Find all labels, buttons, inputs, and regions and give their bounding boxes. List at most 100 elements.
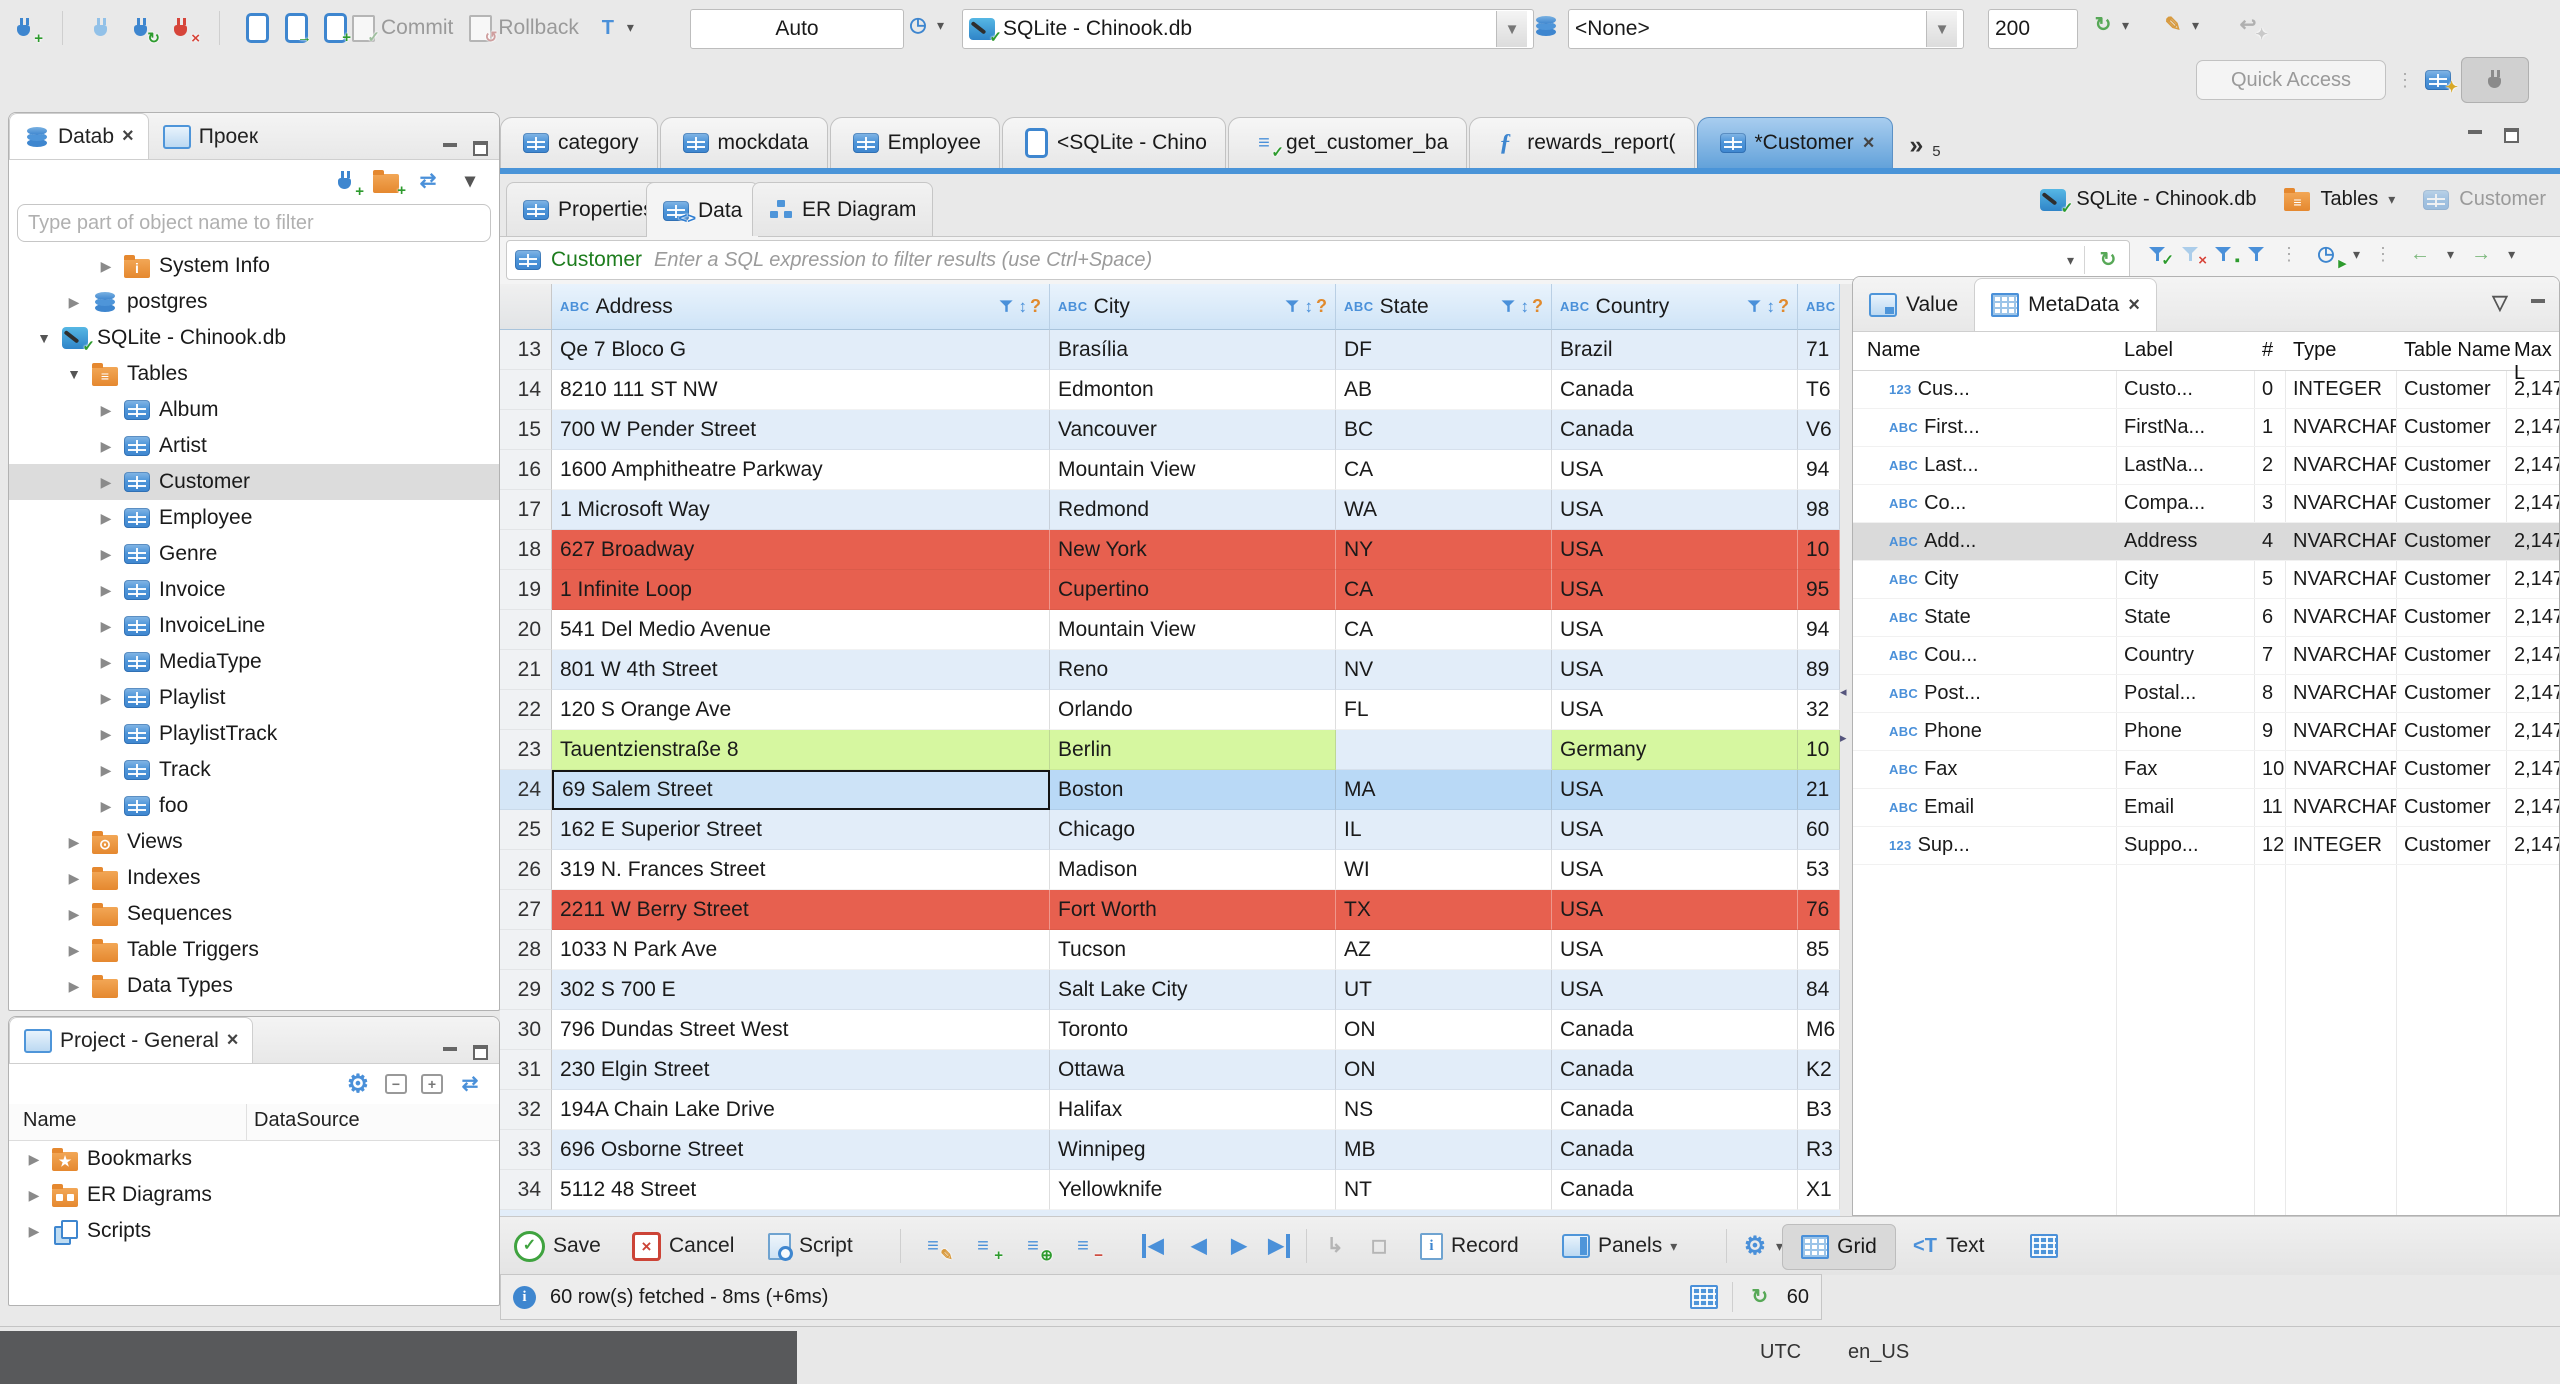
grid-row-14[interactable]: 14 8210 111 ST NW Edmonton AB Canada T6 xyxy=(500,370,1840,410)
metadata-cell[interactable]: 2,147,483 xyxy=(2506,416,2559,439)
chevron-down-icon[interactable]: ▾ xyxy=(2067,252,2074,269)
panels-button[interactable]: Panels ▾ xyxy=(1562,1217,1677,1275)
breadcrumb-tables[interactable]: Tables xyxy=(2320,188,2378,211)
tree-item-mediatype[interactable]: ▶ MediaType xyxy=(9,644,499,680)
metadata-cell[interactable]: ABC Email xyxy=(1853,796,2116,819)
grid-row-22[interactable]: 22 120 S Orange Ave Orlando FL USA 32 xyxy=(500,690,1840,730)
grid-row-32[interactable]: 32 194A Chain Lake Drive Halifax NS Canada B3 xyxy=(500,1090,1840,1130)
grid-cell[interactable]: 94 xyxy=(1798,450,1840,490)
grid-cell[interactable]: Salt Lake City xyxy=(1050,970,1336,1010)
expander-icon[interactable]: ▶ xyxy=(97,654,115,671)
metadata-cell[interactable]: 11 xyxy=(2254,796,2285,819)
link-with-editor-button[interactable]: ⇄ xyxy=(415,169,441,193)
grid-cell[interactable]: 1 Infinite Loop xyxy=(552,570,1050,610)
metadata-cell[interactable]: Phone xyxy=(2116,720,2254,743)
grid-cell[interactable]: Brasília xyxy=(1050,330,1336,370)
grid-row-20[interactable]: 20 541 Del Medio Avenue Mountain View CA USA… xyxy=(500,610,1840,650)
row-number[interactable]: 28 xyxy=(500,930,552,970)
focus-cell-button[interactable]: ◻ xyxy=(1366,1217,1392,1275)
grid-cell[interactable]: Fort Worth xyxy=(1050,890,1336,930)
expander-icon[interactable]: ▶ xyxy=(65,294,83,311)
metadata-cell[interactable]: 2,147,483 xyxy=(2506,644,2559,667)
metadata-cell[interactable]: City xyxy=(2116,568,2254,591)
tree-item-artist[interactable]: ▶ Artist xyxy=(9,428,499,464)
grid-cell[interactable]: Canada xyxy=(1552,1090,1798,1130)
metadata-cell[interactable]: NVARCHAR xyxy=(2285,606,2396,629)
metadata-cell[interactable]: NVARCHAR xyxy=(2285,644,2396,667)
row-number[interactable]: 24 xyxy=(500,770,552,810)
grid-cell[interactable]: T6 xyxy=(1798,370,1840,410)
metadata-cell[interactable]: Custo... xyxy=(2116,378,2254,401)
grid-cell[interactable]: Chicago xyxy=(1050,810,1336,850)
history-button[interactable]: ◷ ▾ xyxy=(905,13,944,37)
metadata-cell[interactable]: 2,147,483 xyxy=(2506,606,2559,629)
metadata-cell[interactable]: Country xyxy=(2116,644,2254,667)
maximize-button[interactable] xyxy=(2502,122,2520,146)
metadata-cell[interactable]: Customer xyxy=(2396,644,2506,667)
grid-row-21[interactable]: 21 801 W 4th Street Reno NV USA 89 xyxy=(500,650,1840,690)
metadata-cell[interactable]: 12 xyxy=(2254,834,2285,857)
grid-cell[interactable]: Ottawa xyxy=(1050,1050,1336,1090)
minimize-button[interactable] xyxy=(2466,122,2484,146)
grid-cell[interactable]: 2211 W Berry Street xyxy=(552,890,1050,930)
metadata-cell[interactable]: ABC Phone xyxy=(1853,720,2116,743)
grid-row-16[interactable]: 16 1600 Amphitheatre Parkway Mountain View… xyxy=(500,450,1840,490)
grid-row-28[interactable]: 28 1033 N Park Ave Tucson AZ USA 85 xyxy=(500,930,1840,970)
grid-view-button[interactable]: Grid xyxy=(1782,1224,1896,1270)
project-item-scripts[interactable]: ▶ Scripts xyxy=(9,1213,499,1249)
metadata-cell[interactable]: Customer xyxy=(2396,682,2506,705)
fetch-previous-button[interactable]: ← xyxy=(2407,242,2433,266)
row-number[interactable]: 29 xyxy=(500,970,552,1010)
grid-cell[interactable]: 71 xyxy=(1798,330,1840,370)
metadata-cell[interactable]: NVARCHAR xyxy=(2285,758,2396,781)
grid-row-33[interactable]: 33 696 Osborne Street Winnipeg MB Canada R3 xyxy=(500,1130,1840,1170)
grid-cell[interactable]: Canada xyxy=(1552,370,1798,410)
column-header-city[interactable]: ABC City ↕? xyxy=(1050,284,1336,330)
metadata-cell[interactable]: 2,147,483 xyxy=(2506,758,2559,781)
save-filter-button[interactable]: ▪ xyxy=(2214,242,2240,268)
last-row-button[interactable]: ▶ xyxy=(1266,1217,1290,1275)
grid-row-26[interactable]: 26 319 N. Frances Street Madison WI USA 53 xyxy=(500,850,1840,890)
grid-cell[interactable]: TX xyxy=(1336,890,1552,930)
metadata-cell[interactable]: Customer xyxy=(2396,378,2506,401)
metadata-cell[interactable]: Email xyxy=(2116,796,2254,819)
metadata-cell[interactable]: NVARCHAR xyxy=(2285,796,2396,819)
new-folder-button[interactable]: + xyxy=(373,169,406,198)
grid-cell[interactable]: Edmonton xyxy=(1050,370,1336,410)
metadata-cell[interactable]: 2,147,483 xyxy=(2506,378,2559,401)
filter-hint-icon[interactable]: ? xyxy=(1316,296,1327,317)
editor-tab-category[interactable]: category xyxy=(500,117,658,168)
metadata-cell[interactable]: Address xyxy=(2116,530,2254,553)
row-number[interactable]: 13 xyxy=(500,330,552,370)
metadata-row-fax[interactable]: ABCFaxFax10NVARCHARCustomer2,147,483 xyxy=(1853,751,2559,789)
grid-cell[interactable]: 53 xyxy=(1798,850,1840,890)
grid-cell[interactable]: USA xyxy=(1552,890,1798,930)
timezone-label[interactable]: UTC xyxy=(1760,1341,1801,1364)
edit-cell-button[interactable]: ≡ ✎ xyxy=(920,1217,953,1275)
editor-tab-customer[interactable]: *Customer × xyxy=(1696,117,1894,168)
filter-hint-icon[interactable]: ? xyxy=(1778,296,1789,317)
column-header-country[interactable]: ABC Country ↕? xyxy=(1552,284,1798,330)
metadata-cell[interactable]: 2 xyxy=(2254,454,2285,477)
tree-item-views[interactable]: ▶ ⊙ Views xyxy=(9,824,499,860)
grid-cell[interactable]: CA xyxy=(1336,450,1552,490)
expander-icon[interactable]: ▶ xyxy=(25,1151,43,1168)
grid-cell[interactable]: 541 Del Medio Avenue xyxy=(552,610,1050,650)
grid-cell[interactable]: Reno xyxy=(1050,650,1336,690)
dbeaver-perspective-button[interactable] xyxy=(2461,57,2529,103)
grid-cell[interactable]: WI xyxy=(1336,850,1552,890)
grid-cell[interactable]: USA xyxy=(1552,570,1798,610)
metadata-cell[interactable]: ABC Cou... xyxy=(1853,644,2116,667)
metadata-row-compa[interactable]: ABC Co... Compa...3NVARCHARCustomer2,147,4… xyxy=(1853,485,2559,523)
auto-refresh-timer-button[interactable]: ◷ ▸ xyxy=(2313,242,2346,271)
grid-cell[interactable]: Berlin xyxy=(1050,730,1336,770)
metadata-cell[interactable]: Customer xyxy=(2396,720,2506,743)
grid-cell[interactable]: NV xyxy=(1336,650,1552,690)
grid-cell[interactable]: BC xyxy=(1336,410,1552,450)
settings-gear-button[interactable]: ⚙ xyxy=(345,1071,371,1096)
metadata-row-city[interactable]: ABCCityCity5NVARCHARCustomer2,147,483 xyxy=(1853,561,2559,599)
metadata-row-email[interactable]: ABCEmailEmail11NVARCHARCustomer2,147,483 xyxy=(1853,789,2559,827)
close-icon[interactable]: × xyxy=(122,125,134,148)
grid-cell[interactable]: X1 xyxy=(1798,1170,1840,1210)
grid-cell[interactable]: ON xyxy=(1336,1050,1552,1090)
